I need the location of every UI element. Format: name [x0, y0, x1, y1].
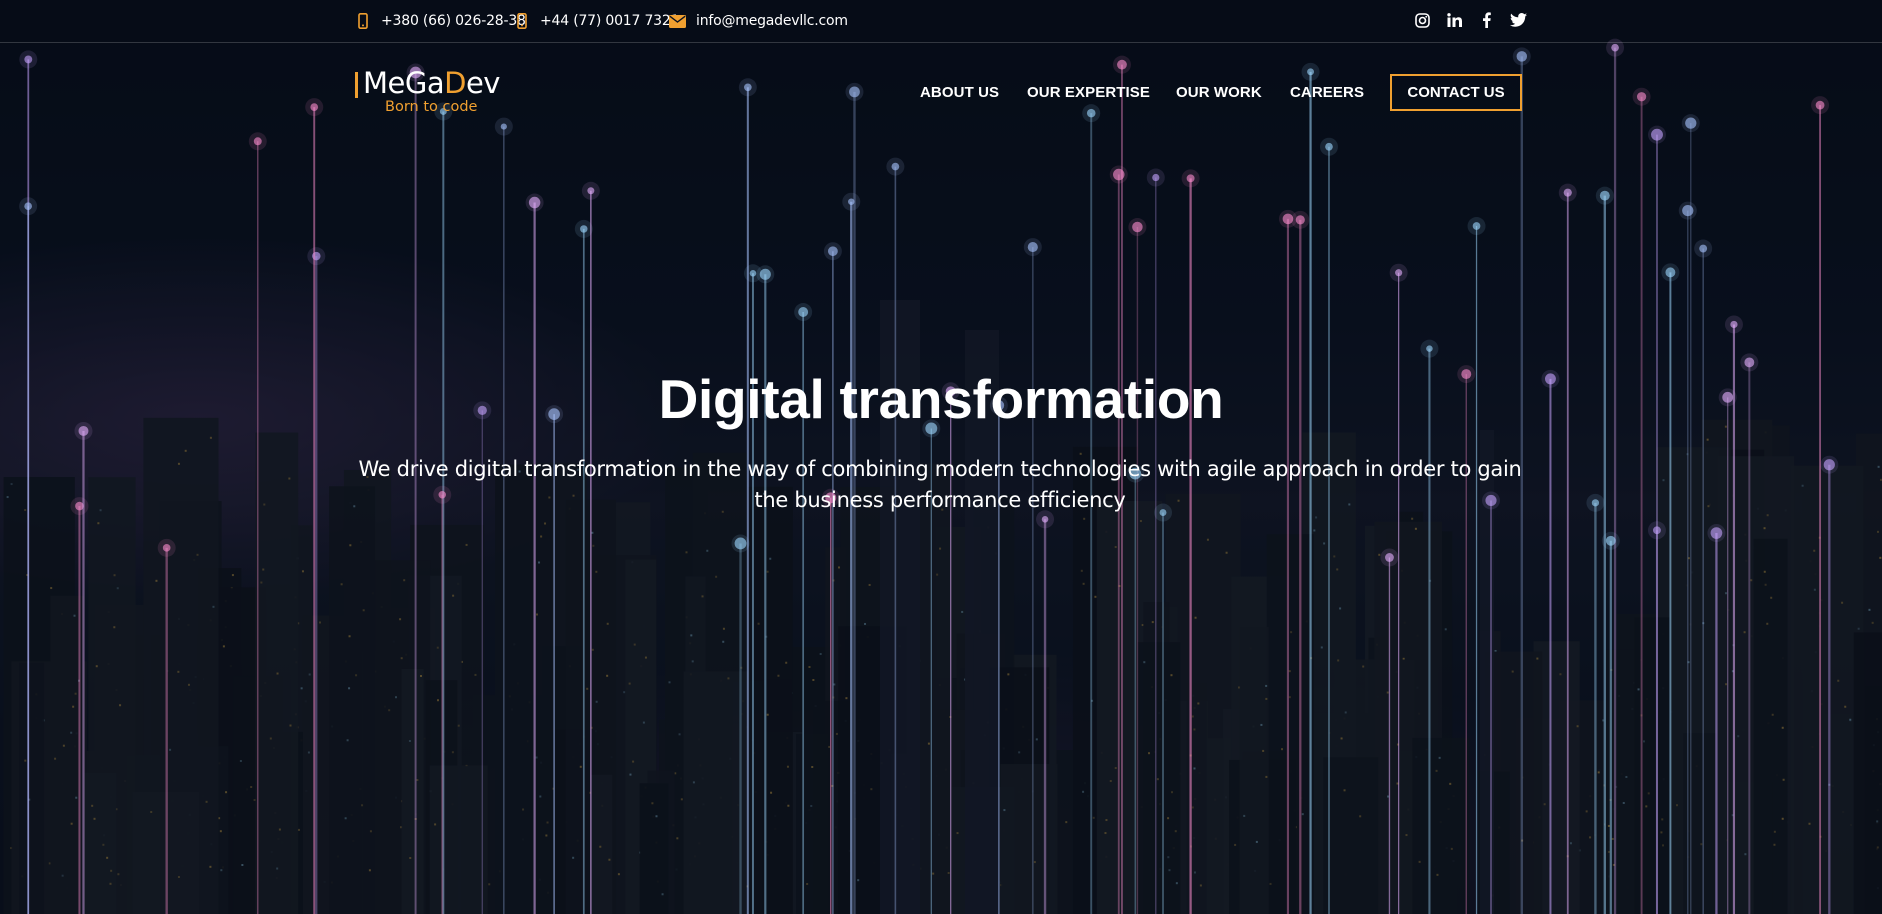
logo-name-suffix: ev: [465, 66, 501, 100]
logo-wordmark: MeGaDev: [363, 66, 500, 100]
logo-accent-bar: [355, 72, 358, 98]
logo-tagline: Born to code: [385, 99, 478, 115]
logo-name-prefix: MeGa: [363, 66, 445, 100]
linkedin-icon[interactable]: [1438, 10, 1470, 30]
social-links: [1406, 10, 1534, 30]
envelope-icon: [668, 12, 686, 30]
instagram-icon[interactable]: [1406, 10, 1438, 30]
nav-item-about-us[interactable]: ABOUT US: [920, 84, 999, 101]
logo-name-d: D: [444, 66, 466, 100]
email-address: info@megadevllc.com: [696, 13, 848, 29]
email-contact[interactable]: info@megadevllc.com: [668, 11, 848, 31]
contact-us-button[interactable]: CONTACT US: [1390, 74, 1522, 111]
nav-item-careers[interactable]: CAREERS: [1290, 84, 1364, 101]
nav-item-our-expertise[interactable]: OUR EXPERTISE: [1027, 84, 1150, 101]
facebook-icon[interactable]: [1470, 10, 1502, 30]
nav-item-our-work[interactable]: OUR WORK: [1176, 84, 1262, 101]
twitter-icon[interactable]: [1502, 10, 1534, 30]
hero-subtitle: We drive digital transformation in the w…: [358, 457, 1522, 512]
top-contact-bar: +380 (66) 026-28-38 +44 (77) 0017 7321 i…: [0, 0, 1882, 43]
phone-contact-ua[interactable]: +380 (66) 026-28-38: [355, 11, 526, 31]
phone-icon: [514, 12, 530, 30]
phone-icon: [355, 12, 371, 30]
phone-number-uk: +44 (77) 0017 7321: [540, 13, 680, 29]
hero-title: Digital transformation: [658, 368, 1224, 430]
megadev-logo[interactable]: MeGaDev Born to code: [355, 66, 515, 118]
phone-number-ua: +380 (66) 026-28-38: [381, 13, 526, 29]
phone-contact-uk[interactable]: +44 (77) 0017 7321: [514, 11, 679, 31]
